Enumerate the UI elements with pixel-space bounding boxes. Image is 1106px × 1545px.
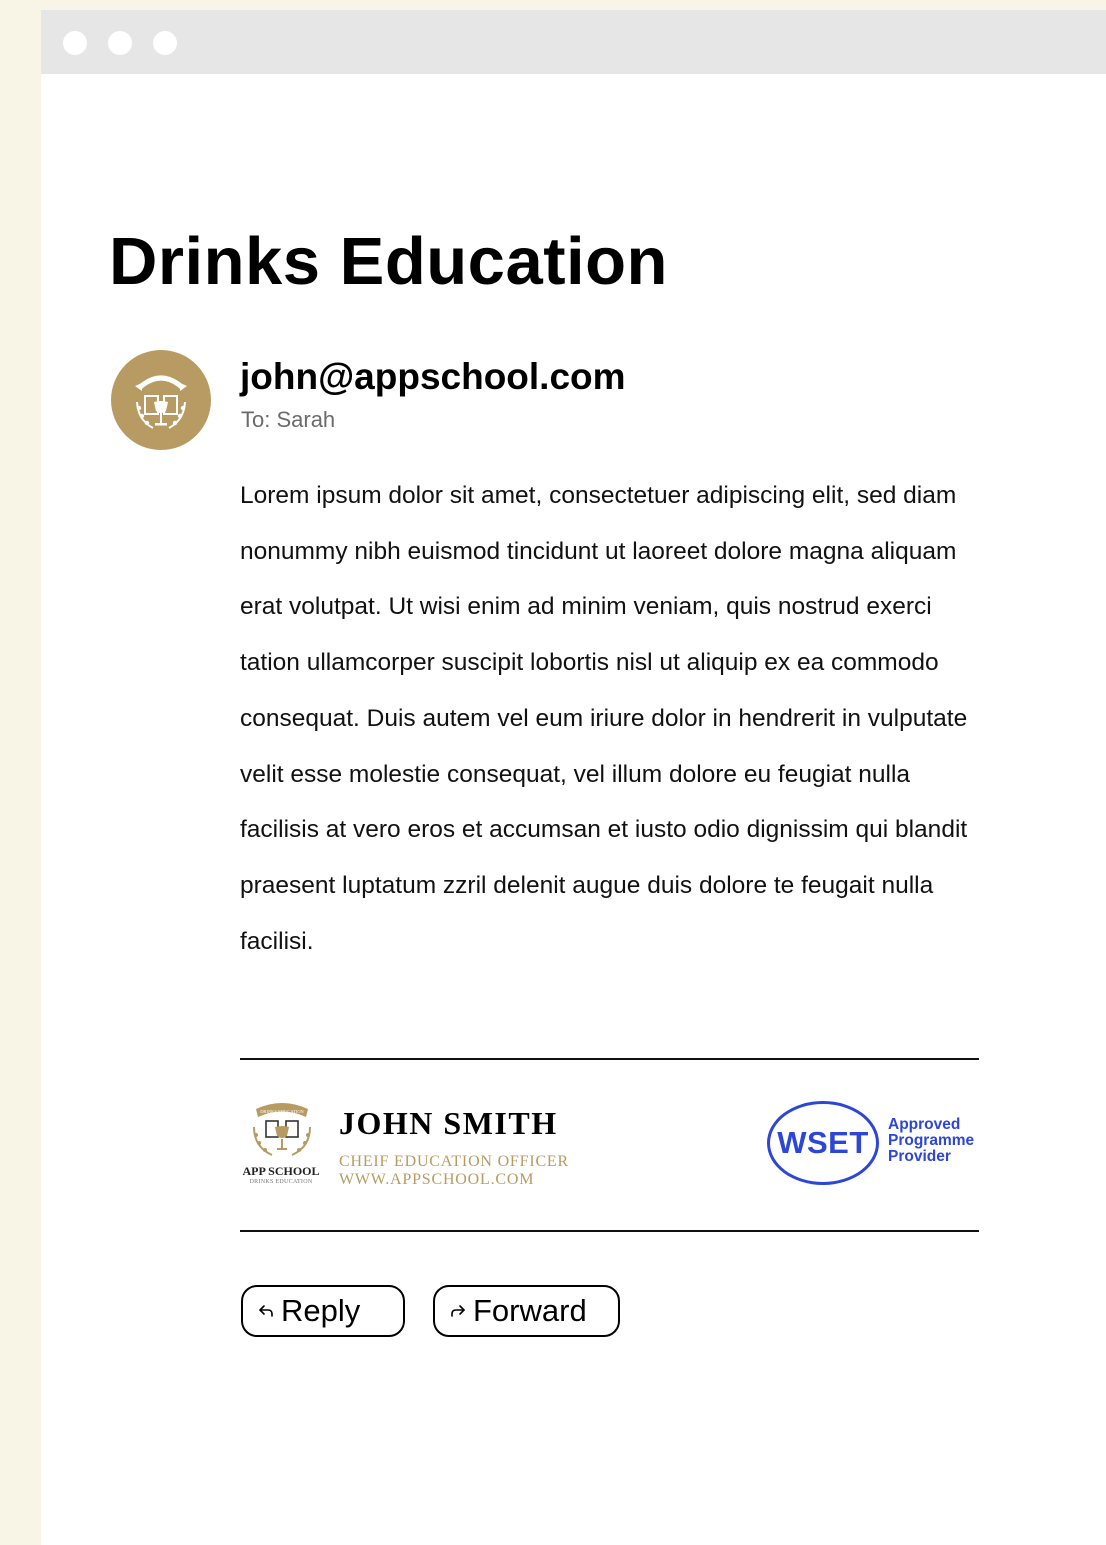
window-minimize-dot[interactable] <box>108 31 132 55</box>
signature-divider-top <box>240 1058 979 1060</box>
wset-caption-line: Provider <box>888 1148 951 1165</box>
window-maximize-dot[interactable] <box>153 31 177 55</box>
logo-banner-text: DRINKS EDUCATION <box>260 1109 304 1114</box>
sender-address: john@appschool.com <box>240 356 626 397</box>
signature-role: CHEIF EDUCATION OFFICER <box>339 1153 569 1170</box>
reply-arrow-icon <box>259 1305 273 1317</box>
logo-brand-text: APP SCHOOL <box>242 1164 320 1178</box>
window-close-dot[interactable] <box>63 31 87 55</box>
reply-button[interactable]: Reply <box>241 1285 405 1337</box>
signature-name: JOHN SMITH <box>339 1105 558 1141</box>
sender-avatar[interactable] <box>111 350 211 450</box>
wset-logo-text: WSET <box>777 1125 869 1160</box>
wset-badge: WSET <box>767 1101 879 1185</box>
signature-website[interactable]: WWW.APPSCHOOL.COM <box>339 1171 534 1189</box>
window-titlebar <box>41 10 1106 74</box>
wset-caption: Approved Programme Provider <box>888 1117 974 1165</box>
email-subject: Drinks Education <box>109 224 668 299</box>
logo-subtitle-text: DRINKS EDUCATION <box>249 1179 313 1185</box>
app-school-crest-icon <box>135 375 187 429</box>
forward-button[interactable]: Forward <box>433 1285 620 1337</box>
signature-divider-bottom <box>240 1230 979 1232</box>
reply-button-label: Reply <box>281 1293 361 1328</box>
email-body: Lorem ipsum dolor sit amet, consectetuer… <box>240 482 968 955</box>
recipient-line: To: Sarah <box>241 407 336 432</box>
wset-caption-line: Approved <box>888 1116 961 1133</box>
wset-caption-line: Programme <box>888 1132 975 1149</box>
forward-arrow-icon <box>451 1305 465 1317</box>
forward-button-label: Forward <box>473 1293 587 1328</box>
